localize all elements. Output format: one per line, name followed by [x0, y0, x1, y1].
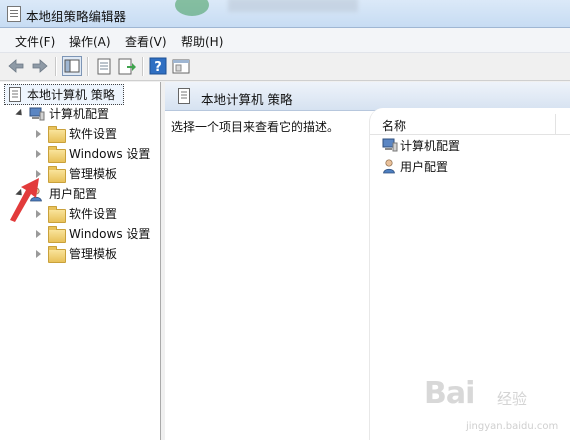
console-pane-icon[interactable]: [171, 56, 191, 76]
toolbar-separator: [87, 57, 89, 76]
tree-item-label: 软件设置: [69, 207, 118, 221]
svg-text:?: ?: [154, 60, 162, 75]
column-header-name[interactable]: 名称: [370, 114, 570, 135]
collapsed-arrow-icon[interactable]: [36, 230, 41, 238]
policy-document-icon: [9, 87, 21, 102]
title-bar: 本地组策略编辑器: [0, 0, 570, 28]
tree-pane: 本地计算机 策略 计算机配置 软件设置 Windows 设置 管理模板 用户配置: [0, 82, 161, 440]
collapsed-arrow-icon[interactable]: [36, 130, 41, 138]
toolbar-separator: [55, 57, 57, 76]
tree-item-admin-templates[interactable]: 管理模板: [0, 245, 160, 263]
show-tree-icon[interactable]: [62, 56, 82, 76]
tree-item-label: 计算机配置: [49, 107, 110, 121]
export-list-icon[interactable]: [117, 56, 137, 76]
watermark-text: 经验: [497, 390, 528, 408]
tree-item-label: 管理模板: [69, 167, 118, 181]
collapsed-arrow-icon[interactable]: [36, 150, 41, 158]
policy-editor-icon: [7, 6, 21, 22]
folder-icon: [48, 206, 66, 223]
watermark-site: jingyan.baidu.com: [466, 421, 559, 432]
expanded-arrow-icon[interactable]: [15, 108, 25, 119]
menu-action[interactable]: 操作(A): [69, 33, 111, 50]
folder-icon: [48, 126, 66, 143]
folder-icon: [48, 246, 66, 263]
tree-root-label: 本地计算机 策略: [27, 88, 115, 102]
tree-item-label: 用户配置: [49, 187, 98, 201]
column-header-label: 名称: [382, 119, 407, 133]
red-annotation-arrow-icon: [10, 178, 39, 222]
collapsed-arrow-icon[interactable]: [36, 250, 41, 258]
back-arrow-icon[interactable]: [6, 56, 26, 76]
column-separator[interactable]: [555, 114, 556, 134]
detail-header: 本地计算机 策略: [165, 82, 570, 111]
baidu-watermark-logo: Bai: [424, 376, 475, 411]
tree-item-windows-settings[interactable]: Windows 设置: [0, 145, 160, 163]
detail-title: 本地计算机 策略: [201, 92, 293, 107]
tree-item-label: 管理模板: [69, 247, 118, 261]
policy-document-icon: [178, 88, 190, 104]
tree-item-label: Windows 设置: [69, 227, 151, 241]
detail-description: 选择一个项目来查看它的描述。: [171, 120, 340, 134]
list-item-label: 用户配置: [400, 160, 449, 174]
background-window-icon: [175, 0, 209, 16]
computer-icon: [29, 107, 45, 121]
menu-file[interactable]: 文件(F): [15, 33, 55, 50]
list-item-user-config[interactable]: 用户配置: [380, 157, 560, 175]
list-item-label: 计算机配置: [400, 139, 461, 153]
computer-icon: [382, 138, 398, 152]
help-icon[interactable]: ?: [148, 56, 168, 76]
tree-root-item[interactable]: 本地计算机 策略: [4, 84, 124, 105]
menu-bar: 文件(F) 操作(A) 查看(V) 帮助(H): [0, 28, 570, 53]
folder-icon: [48, 146, 66, 163]
toolbar: ?: [0, 53, 570, 81]
tree-item-label: Windows 设置: [69, 147, 151, 161]
tree-item-computer-config[interactable]: 计算机配置: [0, 105, 160, 123]
folder-icon: [48, 166, 66, 183]
properties-icon[interactable]: [94, 56, 114, 76]
window-title: 本地组策略编辑器: [26, 9, 127, 24]
folder-icon: [48, 226, 66, 243]
toolbar-separator: [142, 57, 144, 76]
list-item-computer-config[interactable]: 计算机配置: [380, 136, 560, 154]
background-window-title: [228, 0, 358, 12]
user-icon: [383, 159, 395, 174]
forward-arrow-icon[interactable]: [30, 56, 50, 76]
tree-item-label: 软件设置: [69, 127, 118, 141]
tree-item-windows-settings[interactable]: Windows 设置: [0, 225, 160, 243]
menu-help[interactable]: 帮助(H): [181, 33, 223, 50]
tree-item-software-settings[interactable]: 软件设置: [0, 125, 160, 143]
detail-pane: 本地计算机 策略 选择一个项目来查看它的描述。 名称 计算机配置 用户配置: [165, 82, 570, 440]
menu-view[interactable]: 查看(V): [125, 33, 167, 50]
